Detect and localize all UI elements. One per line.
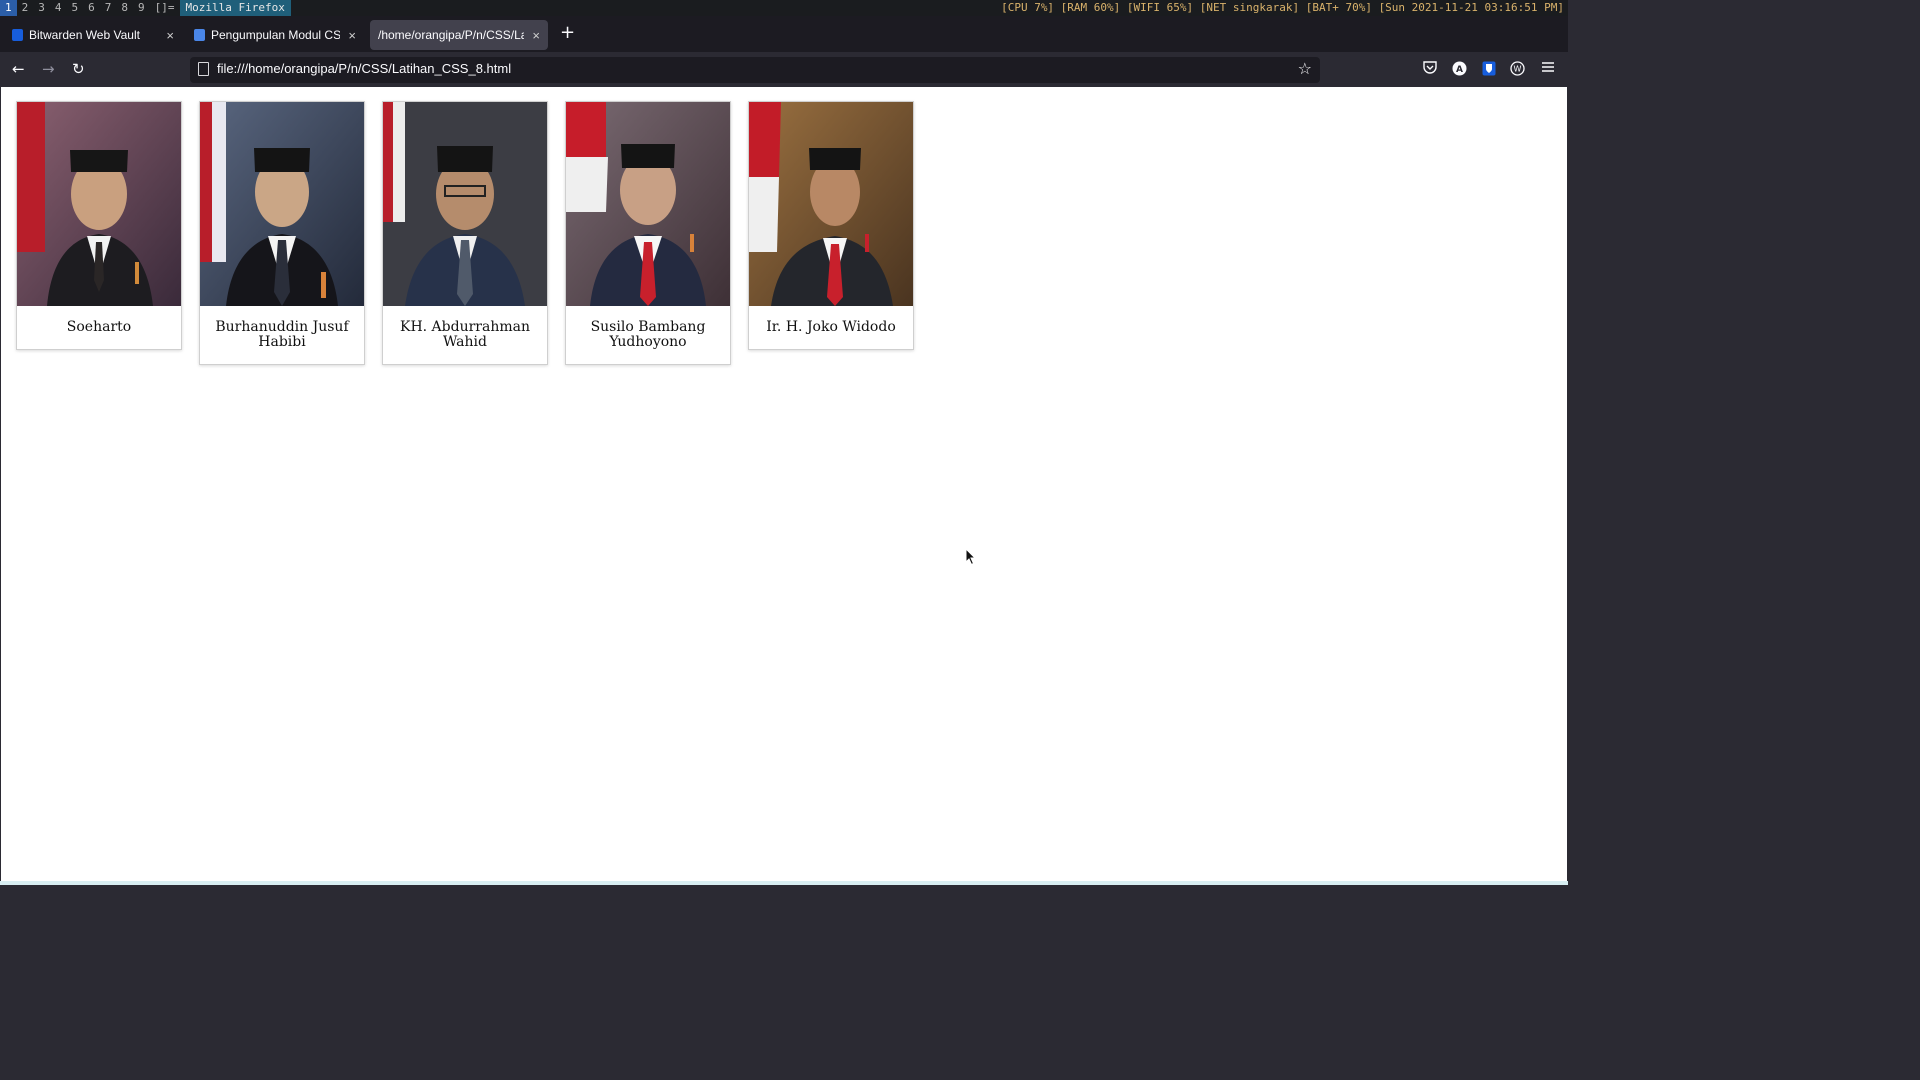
workspace-7[interactable]: 7 <box>100 0 117 16</box>
page-icon <box>198 62 209 76</box>
president-card-soeharto: Soeharto <box>16 101 182 350</box>
portrait-image <box>749 102 913 306</box>
close-tab-icon[interactable]: × <box>166 28 174 43</box>
portrait-image <box>383 102 547 306</box>
tab-bar: Bitwarden Web Vault × Pengumpulan Modul … <box>0 16 1568 52</box>
president-name: Burhanuddin Jusuf Habibi <box>215 319 349 350</box>
close-tab-icon[interactable]: × <box>532 28 540 43</box>
bitwarden-icon[interactable] <box>1481 61 1496 76</box>
url-bar[interactable]: file:///home/orangipa/P/n/CSS/Latihan_CS… <box>190 57 1320 83</box>
tab-pengumpulan[interactable]: Pengumpulan Modul CSS × <box>186 20 364 50</box>
workspace-5[interactable]: 5 <box>67 0 84 16</box>
menu-icon[interactable] <box>1540 61 1555 76</box>
system-status: [CPU 7%] [RAM 60%] [WIFI 65%] [NET singk… <box>1001 1 1564 14</box>
classroom-favicon-icon <box>194 29 205 41</box>
bitwarden-favicon-icon <box>12 29 23 41</box>
forward-button[interactable]: → <box>42 60 55 78</box>
president-card-habibi: Burhanuddin Jusuf Habibi <box>199 101 365 365</box>
workspace-1[interactable]: 1 <box>0 0 17 16</box>
bottom-border <box>0 881 1568 885</box>
portrait-image <box>17 102 181 306</box>
president-card-sby: Susilo Bambang Yudhoyono <box>565 101 731 365</box>
extension-icon[interactable]: W <box>1510 61 1525 76</box>
pocket-icon[interactable] <box>1422 61 1437 76</box>
president-name: Susilo Bambang Yudhoyono <box>590 319 706 350</box>
workspace-9[interactable]: 9 <box>133 0 150 16</box>
workspace-4[interactable]: 4 <box>50 0 67 16</box>
portrait-image <box>566 102 730 306</box>
new-tab-button[interactable]: + <box>560 22 575 43</box>
tab-bitwarden[interactable]: Bitwarden Web Vault × <box>4 20 182 50</box>
account-icon[interactable]: A <box>1452 61 1467 76</box>
tab-title: /home/orangipa/P/n/CSS/Latihan_CSS_8.htm… <box>378 28 525 42</box>
back-button[interactable]: ← <box>12 60 25 78</box>
reload-button[interactable]: ↻ <box>72 60 85 78</box>
mouse-cursor-icon <box>965 548 977 566</box>
workspace-3[interactable]: 3 <box>33 0 50 16</box>
navigation-bar: ← → ↻ file:///home/orangipa/P/n/CSS/Lati… <box>0 52 1568 86</box>
president-card-jokowi: Ir. H. Joko Widodo <box>748 101 914 350</box>
tab-title: Bitwarden Web Vault <box>29 28 140 42</box>
portrait-image <box>200 102 364 306</box>
workspace-8[interactable]: 8 <box>116 0 133 16</box>
president-name: Ir. H. Joko Widodo <box>766 319 896 335</box>
bookmark-star-icon[interactable]: ☆ <box>1298 59 1312 78</box>
president-name: Soeharto <box>66 319 132 335</box>
president-name: KH. Abdurrahman Wahid <box>399 319 530 350</box>
page-content: Soeharto Burhanuddin Jusuf Habibi KH. Ab… <box>1 87 1567 881</box>
close-tab-icon[interactable]: × <box>348 28 356 43</box>
workspace-6[interactable]: 6 <box>83 0 100 16</box>
tab-title: Pengumpulan Modul CSS <box>211 28 341 42</box>
workspace-2[interactable]: 2 <box>17 0 34 16</box>
window-title: Mozilla Firefox <box>179 0 291 16</box>
svg-text:W: W <box>1514 65 1522 74</box>
president-card-gus-dur: KH. Abdurrahman Wahid <box>382 101 548 365</box>
window-manager-bar: 1 2 3 4 5 6 7 8 9 []= Mozilla Firefox [CPU 7%] [RA… <box>0 0 1568 16</box>
svg-text:A: A <box>1456 65 1463 75</box>
layout-indicator[interactable]: []= <box>150 0 180 16</box>
url-text[interactable]: file:///home/orangipa/P/n/CSS/Latihan_CS… <box>217 61 511 76</box>
tab-active-file[interactable]: /home/orangipa/P/n/CSS/Latihan_CSS_8.htm… <box>370 20 548 50</box>
